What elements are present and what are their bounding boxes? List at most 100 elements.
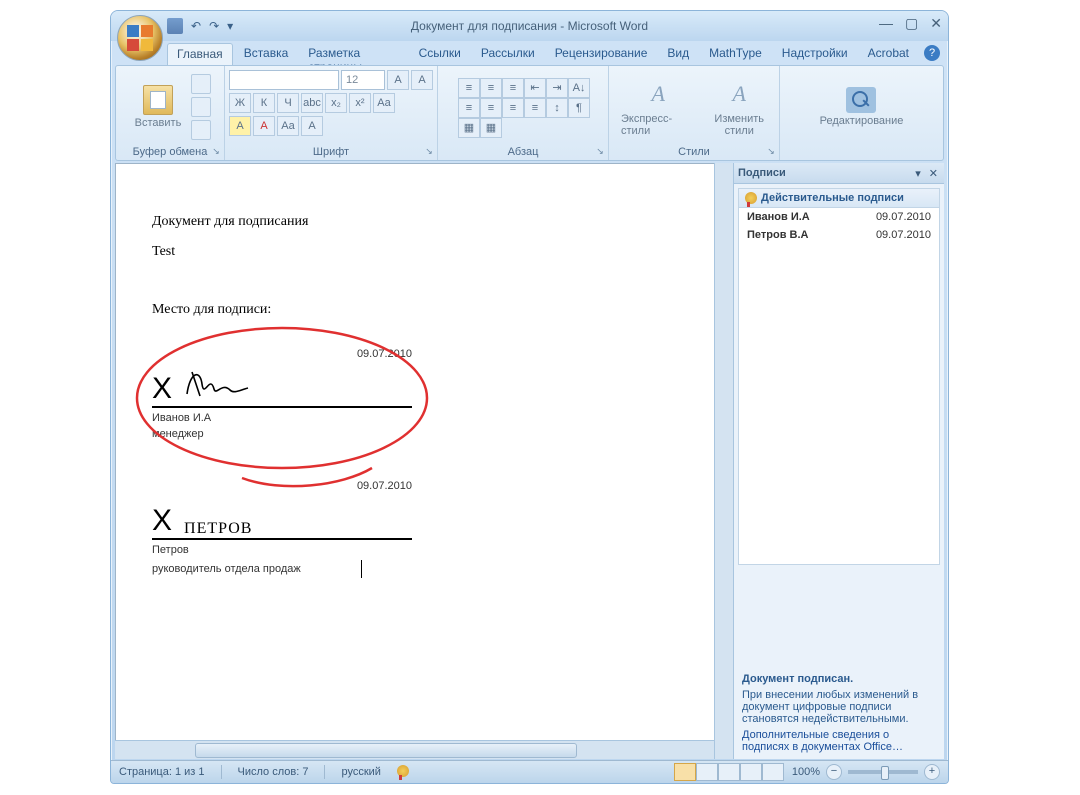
view-buttons <box>674 763 784 781</box>
view-full-screen[interactable] <box>696 763 718 781</box>
minimize-button[interactable]: ― <box>879 15 893 32</box>
view-outline[interactable] <box>740 763 762 781</box>
change-case-button[interactable]: Aa <box>373 93 395 113</box>
align-right-button[interactable]: ≡ <box>502 98 524 118</box>
status-language[interactable]: русский <box>333 766 388 778</box>
window-title: Документ для подписания - Microsoft Word <box>111 19 948 33</box>
taskpane-footer: Документ подписан. При внесении любых из… <box>738 671 940 755</box>
qat-customize-button[interactable]: ▾ <box>227 19 233 33</box>
sig1-role: менеджер <box>152 428 678 440</box>
font-color-button[interactable]: A <box>253 116 275 136</box>
group-paragraph: ≡ ≡ ≡ ⇤ ⇥ A↓ ≡ ≡ ≡ ≡ ↕ ¶ ▦ ▦ Абзац ↘ <box>438 66 609 160</box>
sig1-name: Иванов И.А <box>152 412 678 424</box>
decrease-indent-button[interactable]: ⇤ <box>524 78 546 98</box>
shrink-font-button[interactable]: A <box>411 70 433 90</box>
font-launcher[interactable]: ↘ <box>423 146 435 158</box>
tab-mailings[interactable]: Рассылки <box>472 43 544 65</box>
zoom-out-button[interactable]: − <box>826 764 842 780</box>
signatures-help-link[interactable]: Дополнительные сведения о подписях в док… <box>742 729 936 753</box>
signatures-task-pane: Подписи ▾ ✕ Действительные подписи Ивано… <box>733 163 944 759</box>
office-button[interactable] <box>117 15 163 61</box>
sort-button[interactable]: A↓ <box>568 78 590 98</box>
clear-format-button[interactable]: Aa <box>277 116 299 136</box>
status-words[interactable]: Число слов: 7 <box>230 766 317 778</box>
titlebar: Документ для подписания - Microsoft Word… <box>111 11 948 41</box>
borders-button[interactable]: ▦ <box>480 118 502 138</box>
tab-acrobat[interactable]: Acrobat <box>859 43 918 65</box>
strikethrough-button[interactable]: abc <box>301 93 323 113</box>
tab-insert[interactable]: Вставка <box>235 43 298 65</box>
tab-references[interactable]: Ссылки <box>410 43 470 65</box>
view-draft[interactable] <box>762 763 784 781</box>
font-size-select[interactable]: 12 <box>341 70 385 90</box>
signature-entry[interactable]: Петров В.А 09.07.2010 <box>739 226 939 244</box>
horizontal-scrollbar[interactable] <box>115 740 714 759</box>
maximize-button[interactable]: ▢ <box>905 15 918 32</box>
close-button[interactable]: ✕ <box>930 15 942 32</box>
align-left-button[interactable]: ≡ <box>458 98 480 118</box>
paste-button[interactable]: Вставить <box>129 85 188 129</box>
show-marks-button[interactable]: ¶ <box>568 98 590 118</box>
italic-button[interactable]: К <box>253 93 275 113</box>
grow-font-button[interactable]: A <box>387 70 409 90</box>
signature-block-1[interactable]: 09.07.2010 X Иванов И.А менеджер <box>152 348 678 440</box>
change-styles-icon: A <box>722 77 756 111</box>
signature-status-icon[interactable] <box>397 765 409 777</box>
highlight-button[interactable]: A <box>229 116 251 136</box>
zoom-slider[interactable] <box>848 770 918 774</box>
multilevel-button[interactable]: ≡ <box>502 78 524 98</box>
zoom-level[interactable]: 100% <box>792 766 820 778</box>
redo-button[interactable]: ↷ <box>209 19 219 33</box>
statusbar: Страница: 1 из 1 Число слов: 7 русский 1… <box>111 760 948 783</box>
hscroll-thumb[interactable] <box>195 743 577 758</box>
taskpane-close-button[interactable]: ✕ <box>927 167 940 180</box>
tab-mathtype[interactable]: MathType <box>700 43 771 65</box>
status-page[interactable]: Страница: 1 из 1 <box>111 766 213 778</box>
line-spacing-button[interactable]: ↕ <box>546 98 568 118</box>
document-area[interactable]: Документ для подписания Test Место для п… <box>115 163 714 759</box>
doc-line2: Test <box>152 244 678 260</box>
change-styles-button[interactable]: A Изменить стили <box>705 77 773 137</box>
tab-review[interactable]: Рецензирование <box>546 43 657 65</box>
tab-home[interactable]: Главная <box>167 43 233 65</box>
signature-entry[interactable]: Иванов И.А 09.07.2010 <box>739 208 939 226</box>
sig2-name-on-line: ПЕТРОВ <box>184 520 252 538</box>
styles-launcher[interactable]: ↘ <box>765 146 777 158</box>
editing-button[interactable]: Редактирование <box>814 87 910 127</box>
justify-button[interactable]: ≡ <box>524 98 546 118</box>
signed-warning: При внесении любых изменений в документ … <box>742 689 936 725</box>
subscript-button[interactable]: x₂ <box>325 93 347 113</box>
taskpane-menu-button[interactable]: ▾ <box>913 167 923 180</box>
underline-button[interactable]: Ч <box>277 93 299 113</box>
bold-button[interactable]: Ж <box>229 93 251 113</box>
sig1-date: 09.07.2010 <box>152 348 412 360</box>
quick-styles-button[interactable]: A Экспресс-стили <box>615 77 701 137</box>
shading-button[interactable]: ▦ <box>458 118 480 138</box>
view-print-layout[interactable] <box>674 763 696 781</box>
view-web-layout[interactable] <box>718 763 740 781</box>
copy-button[interactable] <box>191 97 211 117</box>
tab-addins[interactable]: Надстройки <box>773 43 857 65</box>
cut-button[interactable] <box>191 74 211 94</box>
clipboard-launcher[interactable]: ↘ <box>210 146 222 158</box>
increase-indent-button[interactable]: ⇥ <box>546 78 568 98</box>
zoom-in-button[interactable]: + <box>924 764 940 780</box>
tab-page-layout[interactable]: Разметка страницы <box>299 43 407 65</box>
undo-button[interactable]: ↶ <box>191 19 201 33</box>
tab-view[interactable]: Вид <box>658 43 698 65</box>
group-styles: A Экспресс-стили A Изменить стили Стили … <box>609 66 780 160</box>
help-button[interactable]: ? <box>924 45 940 61</box>
superscript-button[interactable]: x² <box>349 93 371 113</box>
save-icon[interactable] <box>167 18 183 34</box>
signature-place-label: Место для подписи: <box>152 302 678 318</box>
signature-block-2[interactable]: 09.07.2010 X ПЕТРОВ Петров руководитель … <box>152 480 678 578</box>
numbering-button[interactable]: ≡ <box>480 78 502 98</box>
vertical-scrollbar[interactable] <box>714 163 733 759</box>
valid-signatures-section: Действительные подписи Иванов И.А 09.07.… <box>738 188 940 565</box>
font-family-select[interactable] <box>229 70 339 90</box>
format-painter-button[interactable] <box>191 120 211 140</box>
text-effect-button[interactable]: A <box>301 116 323 136</box>
align-center-button[interactable]: ≡ <box>480 98 502 118</box>
bullets-button[interactable]: ≡ <box>458 78 480 98</box>
paragraph-launcher[interactable]: ↘ <box>594 146 606 158</box>
